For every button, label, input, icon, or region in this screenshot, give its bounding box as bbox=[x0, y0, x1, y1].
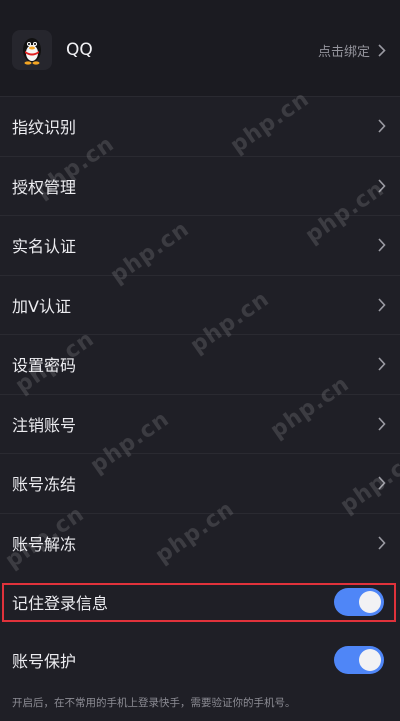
chevron-right-icon bbox=[378, 119, 386, 133]
menu-item-label: 指纹识别 bbox=[12, 118, 77, 138]
chevron-right-icon bbox=[378, 298, 386, 312]
chevron-right-icon bbox=[378, 536, 386, 550]
menu-item-cancel-account[interactable]: 注销账号 bbox=[0, 395, 400, 454]
toggle-row-account-protection: 账号保护 bbox=[0, 631, 400, 689]
menu-item-label: 账号解冻 bbox=[12, 535, 77, 555]
menu-item-label: 设置密码 bbox=[12, 356, 77, 376]
menu-item-fingerprint[interactable]: 指纹识别 bbox=[0, 97, 400, 157]
protection-hint: 开启后，在不常用的手机上登录快手，需要验证你的手机号。 bbox=[12, 697, 296, 709]
settings-menu: 指纹识别 授权管理 实名认证 加V认证 设置密码 注销账号 账号冻结 账号解冻 bbox=[0, 97, 400, 573]
menu-item-label: 加V认证 bbox=[12, 296, 71, 316]
account-protection-toggle[interactable] bbox=[334, 646, 384, 674]
chevron-right-icon bbox=[378, 238, 386, 252]
toggle-label: 账号保护 bbox=[12, 652, 77, 671]
highlight-annotation bbox=[2, 583, 396, 622]
menu-item-label: 账号冻结 bbox=[12, 475, 77, 495]
menu-item-label: 实名认证 bbox=[12, 237, 77, 257]
bind-qq-label: 点击绑定 bbox=[317, 45, 370, 60]
toggle-knob bbox=[359, 649, 381, 671]
qq-account-name: QQ bbox=[66, 40, 93, 60]
menu-item-label: 授权管理 bbox=[12, 177, 77, 197]
chevron-right-icon bbox=[378, 179, 386, 193]
chevron-right-icon bbox=[378, 417, 386, 431]
menu-item-set-password[interactable]: 设置密码 bbox=[0, 335, 400, 395]
penguin-icon bbox=[12, 30, 52, 70]
menu-item-authorization[interactable]: 授权管理 bbox=[0, 157, 400, 216]
menu-item-real-name[interactable]: 实名认证 bbox=[0, 216, 400, 276]
chevron-right-icon bbox=[378, 44, 386, 57]
menu-item-label: 注销账号 bbox=[12, 415, 77, 435]
menu-item-freeze-account[interactable]: 账号冻结 bbox=[0, 454, 400, 514]
chevron-right-icon bbox=[378, 476, 386, 490]
bind-qq-button[interactable]: 点击绑定 bbox=[318, 41, 386, 60]
chevron-right-icon bbox=[378, 357, 386, 371]
menu-item-unfreeze-account[interactable]: 账号解冻 bbox=[0, 514, 400, 574]
qq-bind-row[interactable]: QQ 点击绑定 bbox=[0, 0, 400, 96]
menu-item-verified[interactable]: 加V认证 bbox=[0, 276, 400, 335]
